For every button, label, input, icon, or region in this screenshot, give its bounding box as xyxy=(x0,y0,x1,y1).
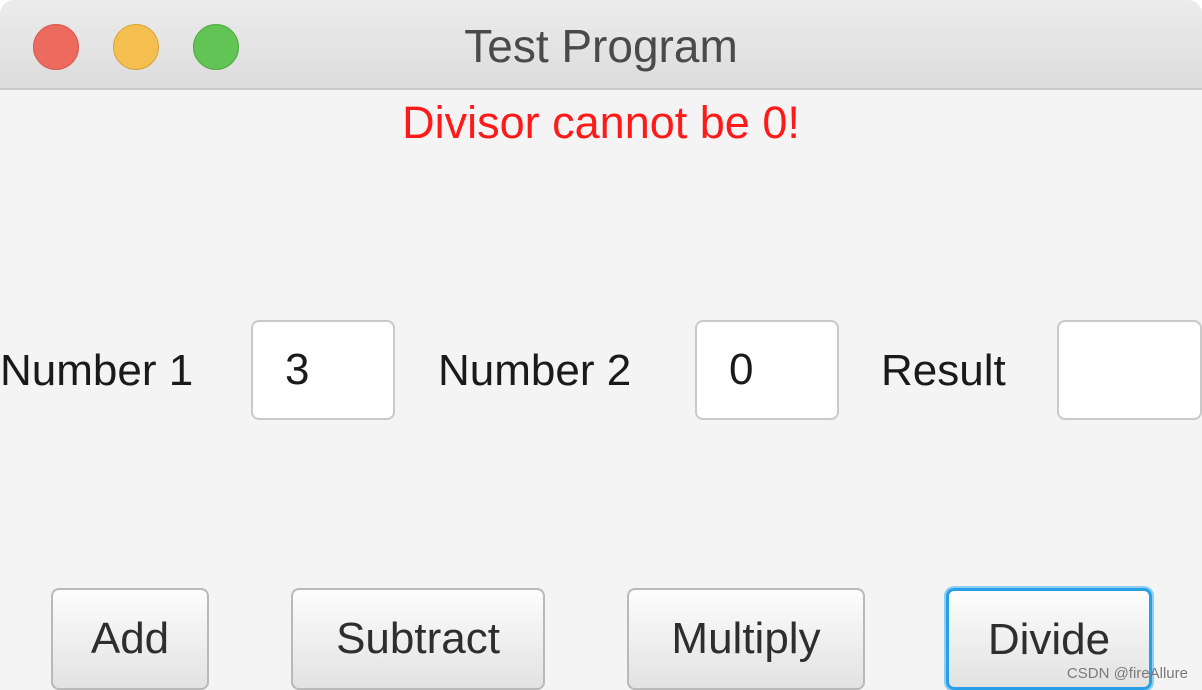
result-label: Result xyxy=(881,346,1006,395)
number1-label: Number 1 xyxy=(0,346,194,395)
number2-label: Number 2 xyxy=(438,346,632,395)
watermark: CSDN @fireAllure xyxy=(1066,665,1188,682)
add-button[interactable]: Add xyxy=(51,588,209,690)
result-field[interactable] xyxy=(1057,320,1202,420)
multiply-button[interactable]: Multiply xyxy=(627,588,865,690)
number1-field[interactable]: 3 xyxy=(251,320,395,420)
error-message: Divisor cannot be 0! xyxy=(402,97,800,148)
window-title: Test Program xyxy=(464,20,738,72)
app-window: Test Program Divisor cannot be 0! Number… xyxy=(0,0,1202,690)
subtract-button[interactable]: Subtract xyxy=(291,588,545,690)
title-bar: Test Program xyxy=(0,0,1202,90)
number2-field[interactable]: 0 xyxy=(695,320,839,420)
